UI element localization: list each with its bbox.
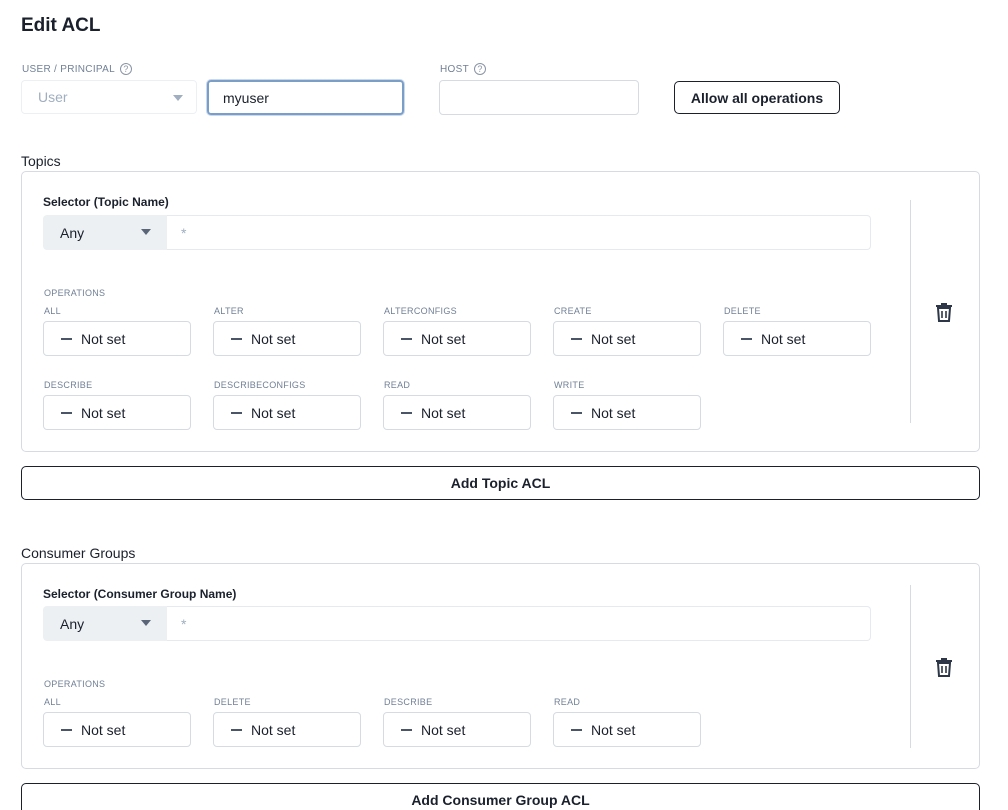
consumer-group-acl-card: Selector (Consumer Group Name) Any * OPE… — [21, 563, 980, 769]
op-label: WRITE — [554, 380, 585, 390]
minus-icon — [61, 337, 72, 340]
topic-selector-type-dropdown[interactable]: Any — [43, 215, 167, 250]
consumer-groups-heading: Consumer Groups — [21, 545, 136, 561]
op-all-button[interactable]: Not set — [43, 321, 191, 356]
question-circle-icon[interactable]: ? — [119, 63, 132, 75]
host-input[interactable] — [439, 80, 639, 115]
op-label: ALL — [44, 306, 61, 316]
host-label: HOST ? — [440, 63, 486, 75]
trash-icon[interactable] — [935, 657, 953, 677]
topics-heading: Topics — [21, 153, 61, 169]
caret-down-icon — [141, 229, 151, 235]
op-value: Not set — [591, 330, 636, 347]
principal-label-text: USER / PRINCIPAL — [22, 63, 115, 75]
page-title: Edit ACL — [21, 15, 101, 36]
minus-icon — [571, 411, 582, 414]
op-label: ALL — [44, 697, 61, 707]
op-describe-button[interactable]: Not set — [43, 395, 191, 430]
minus-icon — [231, 337, 242, 340]
op-write-button[interactable]: Not set — [553, 395, 701, 430]
topic-acl-card: Selector (Topic Name) Any * OPERATIONS A… — [21, 171, 980, 452]
principal-name-value: myuser — [223, 89, 269, 106]
topic-selector-label: Selector (Topic Name) — [43, 195, 169, 209]
consumer-group-selector-type-dropdown[interactable]: Any — [43, 606, 167, 641]
topic-selector-value: * — [181, 224, 187, 241]
op-value: Not set — [421, 330, 466, 347]
cg-op-describe-button[interactable]: Not set — [383, 712, 531, 747]
consumer-group-operations-label: OPERATIONS — [44, 679, 106, 689]
op-value: Not set — [81, 330, 126, 347]
op-label: DESCRIBECONFIGS — [214, 380, 306, 390]
op-value: Not set — [251, 330, 296, 347]
op-value: Not set — [421, 404, 466, 421]
topic-selector-input[interactable]: * — [167, 215, 871, 250]
consumer-group-selector-label: Selector (Consumer Group Name) — [43, 587, 237, 601]
minus-icon — [61, 411, 72, 414]
op-describeconfigs-button[interactable]: Not set — [213, 395, 361, 430]
op-label: DELETE — [724, 306, 761, 316]
minus-icon — [61, 728, 72, 731]
op-create-button[interactable]: Not set — [553, 321, 701, 356]
op-label: CREATE — [554, 306, 592, 316]
minus-icon — [231, 411, 242, 414]
add-consumer-group-acl-button[interactable]: Add Consumer Group ACL — [21, 783, 980, 810]
op-label: ALTER — [214, 306, 244, 316]
minus-icon — [401, 728, 412, 731]
op-label: DELETE — [214, 697, 251, 707]
consumer-group-selector-input[interactable]: * — [167, 606, 871, 641]
op-value: Not set — [81, 721, 126, 738]
op-value: Not set — [421, 721, 466, 738]
op-alter-button[interactable]: Not set — [213, 321, 361, 356]
host-label-text: HOST — [440, 63, 469, 75]
principal-name-input[interactable]: myuser — [207, 80, 404, 115]
minus-icon — [231, 728, 242, 731]
minus-icon — [401, 411, 412, 414]
op-value: Not set — [251, 721, 296, 738]
card-divider — [910, 585, 911, 748]
principal-type-value: User — [38, 89, 68, 105]
caret-down-icon — [173, 95, 183, 101]
op-value: Not set — [591, 721, 636, 738]
card-divider — [910, 200, 911, 423]
principal-type-select[interactable]: User — [21, 80, 197, 114]
allow-all-operations-button[interactable]: Allow all operations — [674, 81, 840, 114]
op-label: DESCRIBE — [44, 380, 93, 390]
op-label: DESCRIBE — [384, 697, 433, 707]
op-value: Not set — [251, 404, 296, 421]
minus-icon — [571, 728, 582, 731]
op-alterconfigs-button[interactable]: Not set — [383, 321, 531, 356]
cg-op-read-button[interactable]: Not set — [553, 712, 701, 747]
op-delete-button[interactable]: Not set — [723, 321, 871, 356]
caret-down-icon — [141, 620, 151, 626]
minus-icon — [401, 337, 412, 340]
principal-label: USER / PRINCIPAL ? — [22, 63, 132, 75]
op-value: Not set — [81, 404, 126, 421]
op-value: Not set — [591, 404, 636, 421]
op-value: Not set — [761, 330, 806, 347]
consumer-group-selector-type-value: Any — [60, 615, 85, 632]
consumer-group-selector-value: * — [181, 615, 187, 632]
minus-icon — [571, 337, 582, 340]
add-topic-acl-button[interactable]: Add Topic ACL — [21, 466, 980, 500]
cg-op-delete-button[interactable]: Not set — [213, 712, 361, 747]
cg-op-all-button[interactable]: Not set — [43, 712, 191, 747]
topic-operations-label: OPERATIONS — [44, 288, 106, 298]
minus-icon — [741, 337, 752, 340]
op-label: READ — [554, 697, 581, 707]
topic-selector-type-value: Any — [60, 224, 85, 241]
trash-icon[interactable] — [935, 302, 953, 322]
op-label: READ — [384, 380, 411, 390]
op-read-button[interactable]: Not set — [383, 395, 531, 430]
op-label: ALTERCONFIGS — [384, 306, 457, 316]
question-circle-icon[interactable]: ? — [473, 63, 486, 75]
